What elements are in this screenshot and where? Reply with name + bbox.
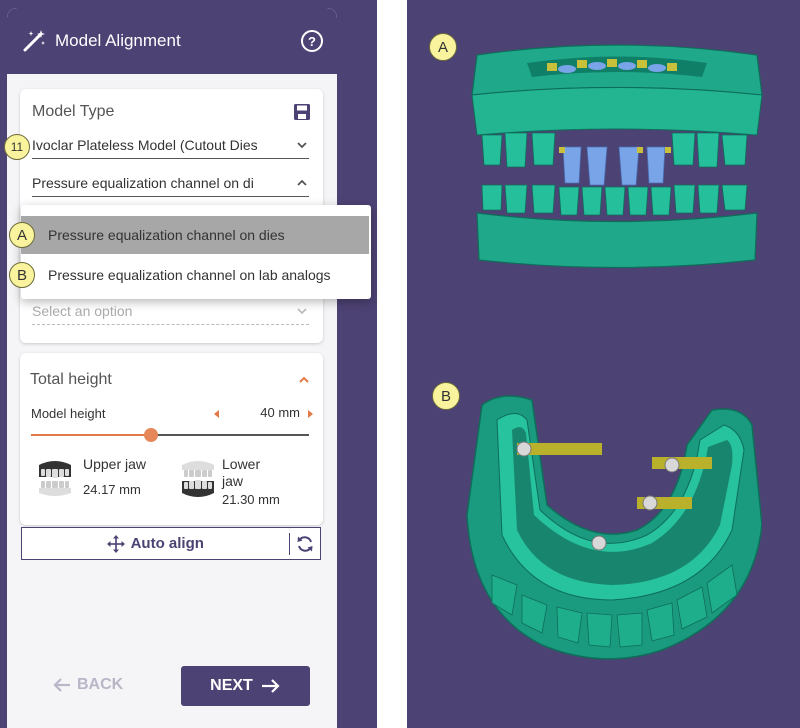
upper-jaw-value: 24.17 mm [83,482,141,497]
dropdown-option-lab-analogs[interactable]: Pressure equalization channel on lab ana… [21,256,371,294]
next-button[interactable]: NEXT [181,666,310,706]
slider-thumb[interactable] [143,428,158,442]
arrow-right-icon [261,679,280,693]
back-button[interactable]: BACK [53,676,123,694]
auto-align-button-group: Auto align [21,527,321,560]
channel-type-dropdown: Pressure equalization channel on dies Pr… [21,205,371,299]
3d-viewport[interactable]: A B [407,0,800,728]
slider-fill [31,434,151,436]
panel-header: Model Alignment ? [7,8,337,74]
dental-model-lab-analogs-image [466,395,762,660]
model-height-label: Model height [31,406,106,421]
save-icon[interactable] [293,103,311,121]
channel-type-select-value: Pressure equalization channel on di [32,174,254,191]
option-select[interactable]: Select an option [32,297,309,325]
dropdown-option-dies[interactable]: Pressure equalization channel on dies [21,216,369,254]
model-height-slider[interactable] [31,428,309,442]
next-label: NEXT [210,677,253,694]
help-icon[interactable]: ? [301,30,323,52]
refresh-icon [297,535,313,552]
upper-jaw-icon [39,461,71,496]
increment-arrow-icon[interactable] [308,410,313,418]
decrement-arrow-icon[interactable] [214,410,219,418]
model-alignment-panel: Model Alignment ? Model Type Ivoclar Pla… [7,8,337,728]
chevron-down-icon [297,141,307,148]
lower-jaw-icon [182,461,214,497]
model-height-input[interactable]: 40 mm [228,402,300,424]
chevron-up-icon[interactable] [297,373,311,387]
model-type-select-value: Ivoclar Plateless Model (Cutout Dies [32,136,258,153]
total-height-card: Total height Model height 40 mm Upper ja… [20,353,323,525]
magic-wand-icon [23,30,45,52]
viewport-b-badge: B [432,382,460,410]
auto-align-label: Auto align [130,535,204,552]
model-type-select[interactable]: Ivoclar Plateless Model (Cutout Dies [32,131,309,159]
upper-jaw-label: Upper jaw [83,456,147,472]
channel-type-select[interactable]: Pressure equalization channel on di [32,169,309,197]
viewport-a-badge: A [429,33,457,61]
total-height-label: Total height [30,371,112,388]
step-badge: 11 [4,134,30,160]
arrow-left-icon [53,678,70,692]
model-type-label: Model Type [32,103,115,120]
reset-button[interactable] [290,534,320,554]
lower-jaw-label: Lower jaw [222,456,261,489]
option-select-placeholder: Select an option [32,302,133,319]
panel-title: Model Alignment [55,31,181,50]
option-a-badge: A [9,222,35,248]
back-label: BACK [77,676,124,693]
dental-model-dies-image [471,44,763,269]
option-b-badge: B [9,262,35,288]
lower-jaw-value: 21.30 mm [222,492,280,507]
move-icon [106,534,125,553]
chevron-up-icon [297,179,307,186]
chevron-down-icon [297,307,307,314]
auto-align-button[interactable]: Auto align [22,534,289,553]
